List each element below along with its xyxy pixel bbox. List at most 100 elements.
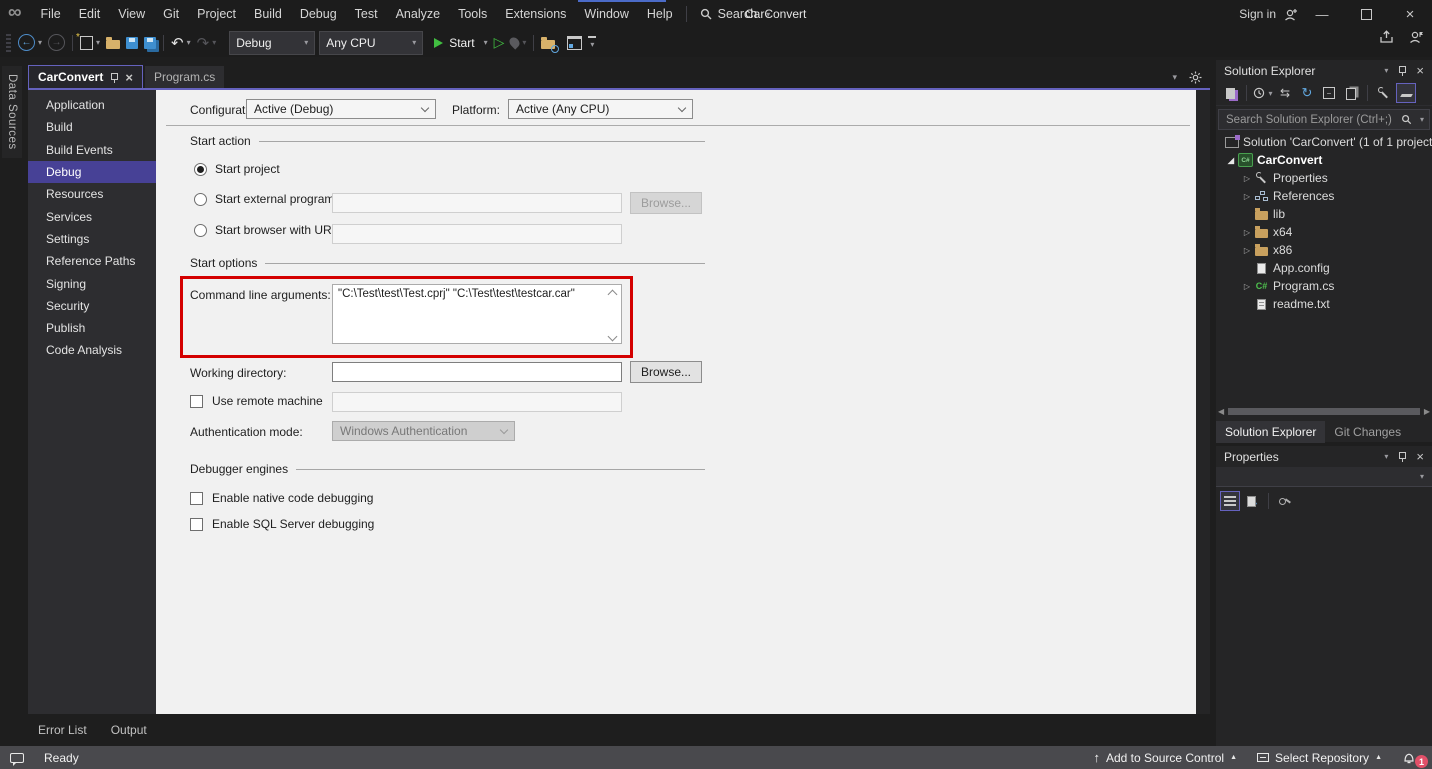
undo-button[interactable]: ↶▾ xyxy=(168,32,194,54)
pin-icon[interactable] xyxy=(1398,66,1406,75)
tab-carconvert[interactable]: CarConvert × xyxy=(28,65,143,89)
solution-platform-combo[interactable]: Any CPU ▾ xyxy=(319,31,423,55)
platform-combo[interactable]: Active (Any CPU) xyxy=(508,99,693,119)
collapse-all-button[interactable]: − xyxy=(1319,83,1339,103)
menu-build[interactable]: Build xyxy=(245,0,291,28)
solution-configuration-combo[interactable]: Debug ▾ xyxy=(229,31,315,55)
scroll-right-icon[interactable]: ▶ xyxy=(1424,407,1430,416)
expander-expanded-icon[interactable]: ◢ xyxy=(1226,156,1236,165)
tree-row-lib[interactable]: lib xyxy=(1216,205,1432,223)
browse-working-dir-button[interactable]: Browse... xyxy=(630,361,702,383)
prop-tab-build[interactable]: Build xyxy=(28,116,156,138)
tree-row-solution[interactable]: Solution 'CarConvert' (1 of 1 project) xyxy=(1216,133,1432,151)
toolbar-overflow-button[interactable]: ▾ xyxy=(585,32,599,54)
browser-url-input[interactable] xyxy=(332,224,622,244)
solution-explorer-title-bar[interactable]: Solution Explorer ▾ × xyxy=(1216,60,1432,81)
document-scrollbar-track[interactable] xyxy=(1196,90,1210,714)
switch-views-button[interactable] xyxy=(1220,83,1240,103)
horizontal-scrollbar[interactable]: ◀ ▶ xyxy=(1218,405,1430,418)
select-repository-button[interactable]: Select Repository ▲ xyxy=(1247,746,1392,769)
working-dir-input[interactable] xyxy=(332,362,622,382)
browse-external-button[interactable]: Browse... xyxy=(630,192,702,214)
scrollbar-thumb[interactable] xyxy=(1228,408,1420,415)
prop-tab-services[interactable]: Services xyxy=(28,205,156,227)
cmd-args-textarea[interactable]: "C:\Test\test\Test.cprj" "C:\Test\test\t… xyxy=(332,284,622,344)
feedback-button[interactable] xyxy=(0,746,34,769)
properties-title-bar[interactable]: Properties ▾ × xyxy=(1216,446,1432,467)
prop-tab-resources[interactable]: Resources xyxy=(28,183,156,205)
menu-git[interactable]: Git xyxy=(154,0,188,28)
preview-selected-items-toggle[interactable] xyxy=(1396,83,1416,103)
properties-button[interactable] xyxy=(1374,83,1394,103)
tree-row-properties[interactable]: ▷ Properties xyxy=(1216,169,1432,187)
configuration-combo[interactable]: Active (Debug) xyxy=(246,99,436,119)
expander-collapsed-icon[interactable]: ▷ xyxy=(1242,174,1252,183)
minimize-button[interactable]: — xyxy=(1300,0,1344,28)
start-project-radio[interactable]: Start project xyxy=(194,162,280,176)
tree-row-x64[interactable]: ▷ x64 xyxy=(1216,223,1432,241)
expander-collapsed-icon[interactable]: ▷ xyxy=(1242,282,1252,291)
menu-view[interactable]: View xyxy=(109,0,154,28)
solution-explorer-layout-button[interactable] xyxy=(564,32,585,54)
menu-project[interactable]: Project xyxy=(188,0,245,28)
property-pages-button[interactable]: ▾ xyxy=(1242,491,1262,511)
auth-mode-combo[interactable]: Windows Authentication xyxy=(332,421,515,441)
start-external-radio[interactable]: Start external program: xyxy=(194,192,338,206)
redo-button[interactable]: ↷▾ xyxy=(194,32,220,54)
menu-window[interactable]: Window xyxy=(575,0,637,28)
show-all-files-button[interactable] xyxy=(1341,83,1361,103)
menu-debug[interactable]: Debug xyxy=(291,0,346,28)
menu-file[interactable]: File xyxy=(32,0,70,28)
tree-row-references[interactable]: ▷ References xyxy=(1216,187,1432,205)
refresh-button[interactable]: ↻ xyxy=(1297,83,1317,103)
menu-tools[interactable]: Tools xyxy=(449,0,496,28)
menu-test[interactable]: Test xyxy=(346,0,387,28)
tab-solution-explorer[interactable]: Solution Explorer xyxy=(1216,421,1325,443)
prop-tab-application[interactable]: Application xyxy=(28,94,156,116)
use-remote-checkbox[interactable]: Use remote machine xyxy=(190,394,323,408)
save-all-button[interactable] xyxy=(141,32,159,54)
panel-menu-chevron-icon[interactable]: ▾ xyxy=(1384,66,1388,75)
open-file-button[interactable] xyxy=(103,32,123,54)
restore-button[interactable] xyxy=(1344,0,1388,28)
menu-analyze[interactable]: Analyze xyxy=(387,0,449,28)
sign-in-button[interactable]: Sign in xyxy=(1239,0,1298,28)
prop-tab-security[interactable]: Security xyxy=(28,295,156,317)
pin-icon[interactable] xyxy=(1398,452,1406,461)
sync-with-active-document-button[interactable]: ⇆ xyxy=(1275,83,1295,103)
tree-row-readme[interactable]: readme.txt xyxy=(1216,295,1432,313)
prop-tab-debug[interactable]: Debug xyxy=(28,161,156,183)
properties-object-combo[interactable]: ▾ xyxy=(1216,467,1432,487)
tab-output[interactable]: Output xyxy=(101,720,157,740)
navigate-forward-button[interactable]: → xyxy=(45,32,68,54)
expander-collapsed-icon[interactable]: ▷ xyxy=(1242,228,1252,237)
gear-icon[interactable] xyxy=(1189,71,1202,84)
data-sources-tab[interactable]: Data Sources xyxy=(2,66,22,158)
tree-row-project-carconvert[interactable]: ◢ C# CarConvert xyxy=(1216,151,1432,169)
save-button[interactable] xyxy=(123,32,141,54)
pin-icon[interactable] xyxy=(110,73,118,82)
tree-row-program-cs[interactable]: ▷ C# Program.cs xyxy=(1216,277,1432,295)
tree-row-x86[interactable]: ▷ x86 xyxy=(1216,241,1432,259)
prop-tab-publish[interactable]: Publish xyxy=(28,317,156,339)
scroll-left-icon[interactable]: ◀ xyxy=(1218,407,1224,416)
feedback-person-icon[interactable] xyxy=(1409,30,1424,44)
menu-extensions[interactable]: Extensions xyxy=(496,0,575,28)
close-icon[interactable]: × xyxy=(1416,450,1424,463)
start-without-debugging-button[interactable]: ▷ xyxy=(491,32,508,54)
close-icon[interactable]: × xyxy=(1416,64,1424,77)
categorized-button[interactable] xyxy=(1220,491,1240,511)
prop-tab-build-events[interactable]: Build Events xyxy=(28,139,156,161)
close-button[interactable]: × xyxy=(1388,0,1432,28)
key-button[interactable] xyxy=(1275,491,1295,511)
tree-row-app-config[interactable]: App.config xyxy=(1216,259,1432,277)
document-list-chevron-icon[interactable]: ▾ xyxy=(1172,72,1177,83)
menu-help[interactable]: Help xyxy=(638,0,682,28)
search-input[interactable] xyxy=(1224,113,1396,127)
remote-machine-input[interactable] xyxy=(332,392,622,412)
add-to-source-control-button[interactable]: ↑ Add to Source Control ▲ xyxy=(1084,746,1248,769)
expander-collapsed-icon[interactable]: ▷ xyxy=(1242,246,1252,255)
share-icon[interactable] xyxy=(1379,30,1395,44)
prop-tab-signing[interactable]: Signing xyxy=(28,272,156,294)
pending-changes-filter-button[interactable]: ▾ xyxy=(1253,83,1273,103)
